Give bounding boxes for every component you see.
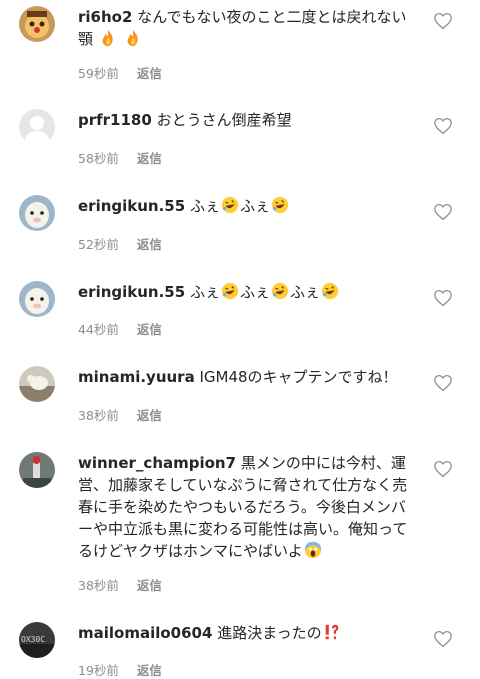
avatar[interactable] — [19, 6, 55, 42]
timestamp: 52秒前 — [78, 237, 119, 252]
comments-list: ri6ho2 なんでもない夜のこと二度とは戻れない 顎 59秒前 返信 prfr1… — [0, 0, 480, 679]
avatar[interactable] — [19, 109, 55, 145]
reply-button[interactable]: 返信 — [137, 66, 162, 81]
heart-outline-icon[interactable] — [433, 374, 453, 392]
comment-body: ふぇ — [189, 283, 220, 301]
rolling-laughing-emoji — [221, 196, 239, 214]
comment-meta: 58秒前 返信 — [78, 148, 162, 167]
username[interactable]: minami.yuura — [78, 368, 195, 386]
comment-body-line: るけどヤクザはホンマにやばいよ — [78, 542, 303, 560]
screaming-face-emoji — [304, 541, 321, 559]
fire-emoji — [102, 29, 113, 47]
comment-text: ri6ho2 なんでもない夜のこと二度とは戻れない 顎 — [78, 6, 430, 50]
heart-outline-icon[interactable] — [433, 12, 453, 30]
comment-text: mailomailo0604 進路決まったの — [78, 622, 430, 644]
heart-outline-icon[interactable] — [433, 203, 453, 221]
timestamp: 59秒前 — [78, 66, 119, 81]
rolling-laughing-emoji — [271, 282, 289, 300]
heart-outline-icon[interactable] — [433, 460, 453, 478]
username[interactable]: mailomailo0604 — [78, 624, 212, 642]
username[interactable]: winner_champion7 — [78, 454, 236, 472]
comment-body: 進路決まったの — [217, 624, 322, 642]
avatar[interactable] — [19, 452, 55, 488]
reply-button[interactable]: 返信 — [137, 578, 162, 593]
comment-meta: 19秒前 返信 — [78, 660, 162, 679]
avatar[interactable] — [19, 281, 55, 317]
reply-button[interactable]: 返信 — [137, 151, 162, 166]
reply-button[interactable]: 返信 — [137, 322, 162, 337]
timestamp: 19秒前 — [78, 663, 119, 678]
reply-button[interactable]: 返信 — [137, 663, 162, 678]
comment-body: ふぇ — [239, 197, 270, 215]
timestamp: 44秒前 — [78, 322, 119, 337]
comment-text: prfr1180 おとうさん倒産希望 — [78, 109, 430, 131]
heart-outline-icon[interactable] — [433, 289, 453, 307]
avatar-text: OX30C — [21, 635, 45, 644]
timestamp: 58秒前 — [78, 151, 119, 166]
timestamp: 38秒前 — [78, 578, 119, 593]
comment-body-line: ーや中立派も黒に変わる可能性は高い。俺知って — [78, 520, 408, 538]
comment-text: eringikun.55 ふぇ ふぇ ふぇ — [78, 281, 430, 303]
comment-text: minami.yuura IGM48のキャプテンですね！ — [78, 366, 430, 388]
rolling-laughing-emoji — [271, 196, 289, 214]
avatar[interactable] — [19, 195, 55, 231]
username[interactable]: eringikun.55 — [78, 197, 185, 215]
comment-body-line: 営、加藤家そしていなぷうに脅されて仕方なく売 — [78, 476, 408, 494]
fire-emoji — [127, 29, 138, 47]
username[interactable]: prfr1180 — [78, 111, 152, 129]
comment-body: 黒メンの中には今村、運 — [240, 454, 406, 472]
timestamp: 38秒前 — [78, 408, 119, 423]
rolling-laughing-emoji — [321, 282, 339, 300]
comment-text: eringikun.55 ふぇ ふぇ — [78, 195, 430, 217]
comment-meta: 38秒前 返信 — [78, 405, 162, 424]
comment-meta: 59秒前 返信 — [78, 63, 162, 82]
comment-body-line: 春に手を染めたやつもいるだろう。今後白メンバ — [78, 498, 406, 516]
comment-body: ふぇ — [290, 283, 321, 301]
rolling-laughing-emoji — [221, 282, 239, 300]
heart-outline-icon[interactable] — [433, 630, 453, 648]
comment-body: おとうさん倒産希望 — [156, 111, 292, 129]
username[interactable]: eringikun.55 — [78, 283, 185, 301]
comment-body: IGM48のキャプテンですね！ — [199, 368, 398, 386]
comment-body: なんでもない夜のこと二度とは戻れない — [137, 8, 407, 26]
comment-meta: 38秒前 返信 — [78, 575, 162, 594]
username[interactable]: ri6ho2 — [78, 8, 132, 26]
comment-body: ふぇ — [189, 197, 220, 215]
comment-body: ふぇ — [239, 283, 270, 301]
comment-meta: 52秒前 返信 — [78, 234, 162, 253]
reply-button[interactable]: 返信 — [137, 408, 162, 423]
reply-button[interactable]: 返信 — [137, 237, 162, 252]
exclamation-question-emoji — [325, 624, 338, 640]
avatar[interactable] — [19, 366, 55, 402]
comment-body-2: 顎 — [78, 30, 94, 48]
avatar[interactable]: OX30C — [19, 622, 55, 658]
comment-meta: 44秒前 返信 — [78, 319, 162, 338]
heart-outline-icon[interactable] — [433, 117, 453, 135]
comment-text: winner_champion7 黒メンの中には今村、運 営、加藤家そしていなぷ… — [78, 452, 430, 562]
